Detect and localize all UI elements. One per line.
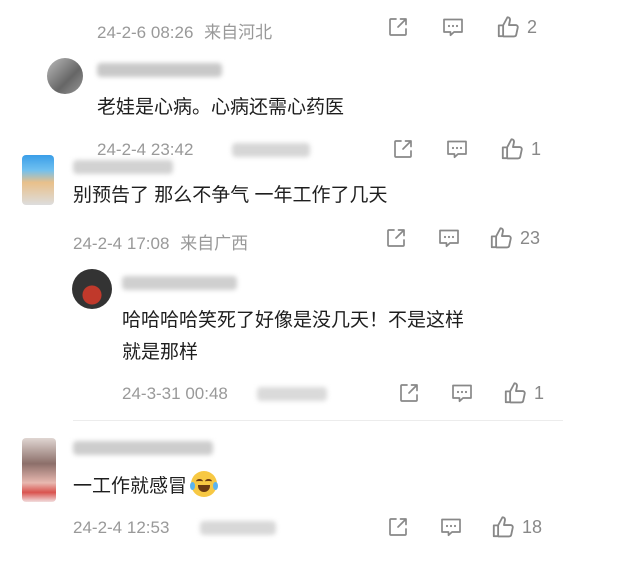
share-icon: [391, 137, 415, 161]
share-button[interactable]: [391, 137, 415, 161]
reply-button[interactable]: [439, 515, 463, 539]
like-button[interactable]: 1: [502, 380, 544, 406]
share-button[interactable]: [386, 15, 410, 39]
comment-text-row: 一工作就感冒: [73, 471, 219, 502]
reply-button[interactable]: [445, 137, 469, 161]
like-count: 1: [531, 138, 542, 159]
comment-meta: 24-2-6 08:26 来自河北: [97, 18, 272, 43]
comment-icon: [445, 137, 469, 161]
comment-location: 来自河北: [204, 23, 273, 42]
comment-icon: [439, 515, 463, 539]
share-icon: [386, 515, 410, 539]
comment-text: 别预告了 那么不争气 一年工作了几天: [73, 185, 388, 206]
like-count: 18: [522, 516, 543, 537]
comment-date: 24-2-4 12:53: [73, 518, 170, 537]
share-button[interactable]: [386, 515, 410, 539]
share-icon: [397, 381, 421, 405]
comment-location: 来自广西: [180, 234, 249, 253]
share-icon: [386, 15, 410, 39]
reply-button[interactable]: [441, 15, 465, 39]
comment-date: 24-2-6 08:26: [97, 23, 194, 42]
comment-text: 老娃是心病。心病还需心药医: [97, 97, 345, 118]
username-blurred[interactable]: [97, 63, 222, 77]
thumbs-up-icon: [488, 225, 514, 251]
share-button[interactable]: [384, 226, 408, 250]
divider: [73, 420, 563, 421]
thumbs-up-icon: [499, 136, 525, 162]
like-count: 2: [527, 16, 538, 37]
avatar[interactable]: [72, 269, 112, 309]
location-blurred: [200, 521, 276, 535]
avatar[interactable]: [22, 438, 56, 502]
username-blurred[interactable]: [73, 160, 173, 174]
thumbs-up-icon: [502, 380, 528, 406]
reply-button[interactable]: [450, 381, 474, 405]
avatar[interactable]: [47, 58, 83, 94]
comment-text-line-1: 哈哈哈哈笑死了好像是没几天！不是这样: [122, 310, 465, 331]
comment-date: 24-2-4 23:42: [97, 140, 194, 159]
like-button[interactable]: 1: [499, 136, 541, 162]
like-button[interactable]: 18: [490, 514, 542, 540]
thumbs-up-icon: [490, 514, 516, 540]
username-blurred[interactable]: [73, 441, 213, 455]
crying-laughing-emoji-icon: [190, 471, 219, 497]
like-count: 23: [520, 227, 541, 248]
comment-text-line-2: 就是那样: [122, 342, 199, 363]
thumbs-up-icon: [495, 14, 521, 40]
like-button[interactable]: 23: [488, 225, 540, 251]
share-button[interactable]: [397, 381, 421, 405]
like-count: 1: [534, 382, 545, 403]
like-button[interactable]: 2: [495, 14, 537, 40]
share-icon: [384, 226, 408, 250]
reply-button[interactable]: [437, 226, 461, 250]
comment-meta: 24-2-4 17:08 来自广西: [73, 229, 248, 254]
username-blurred[interactable]: [122, 276, 237, 290]
location-blurred: [232, 143, 310, 157]
comment-icon: [450, 381, 474, 405]
comment-icon: [437, 226, 461, 250]
comment-date: 24-2-4 17:08: [73, 234, 170, 253]
avatar[interactable]: [22, 155, 54, 205]
comment-text: 一工作就感冒: [73, 476, 188, 497]
location-blurred: [257, 387, 327, 401]
comment-icon: [441, 15, 465, 39]
comment-date: 24-3-31 00:48: [122, 384, 228, 403]
